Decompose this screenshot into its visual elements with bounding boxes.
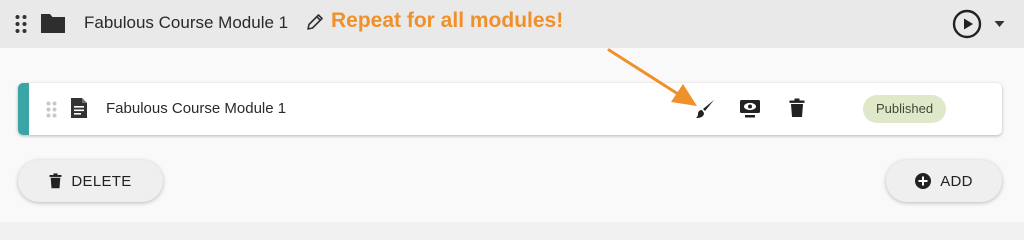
module-header: Fabulous Course Module 1 Repeat for all … xyxy=(0,0,1024,48)
folder-icon xyxy=(41,14,65,33)
delete-button-label: DELETE xyxy=(71,172,132,190)
item-title[interactable]: Fabulous Course Module 1 xyxy=(106,100,286,117)
add-button-label: ADD xyxy=(940,172,973,190)
module-title: Fabulous Course Module 1 xyxy=(84,13,289,32)
item-accent-bar xyxy=(18,83,29,135)
module-item-row[interactable]: Fabulous Course Module 1 Published xyxy=(18,83,1002,135)
preview-icon[interactable] xyxy=(739,99,761,119)
plus-circle-icon xyxy=(915,173,932,189)
add-button[interactable]: ADD xyxy=(886,160,1002,202)
play-circle-icon[interactable] xyxy=(952,9,982,39)
drag-handle-icon[interactable] xyxy=(15,14,27,34)
pencil-icon[interactable] xyxy=(306,13,324,31)
trash-icon[interactable] xyxy=(789,98,805,118)
document-icon xyxy=(71,98,87,118)
caret-down-icon[interactable] xyxy=(994,20,1005,28)
status-badge: Published xyxy=(863,95,947,123)
delete-button[interactable]: DELETE xyxy=(18,160,163,202)
annotation-text: Repeat for all modules! xyxy=(331,9,564,32)
annotation-arrow xyxy=(607,48,697,106)
trash-icon xyxy=(49,173,62,189)
drag-handle-icon[interactable] xyxy=(46,101,57,118)
